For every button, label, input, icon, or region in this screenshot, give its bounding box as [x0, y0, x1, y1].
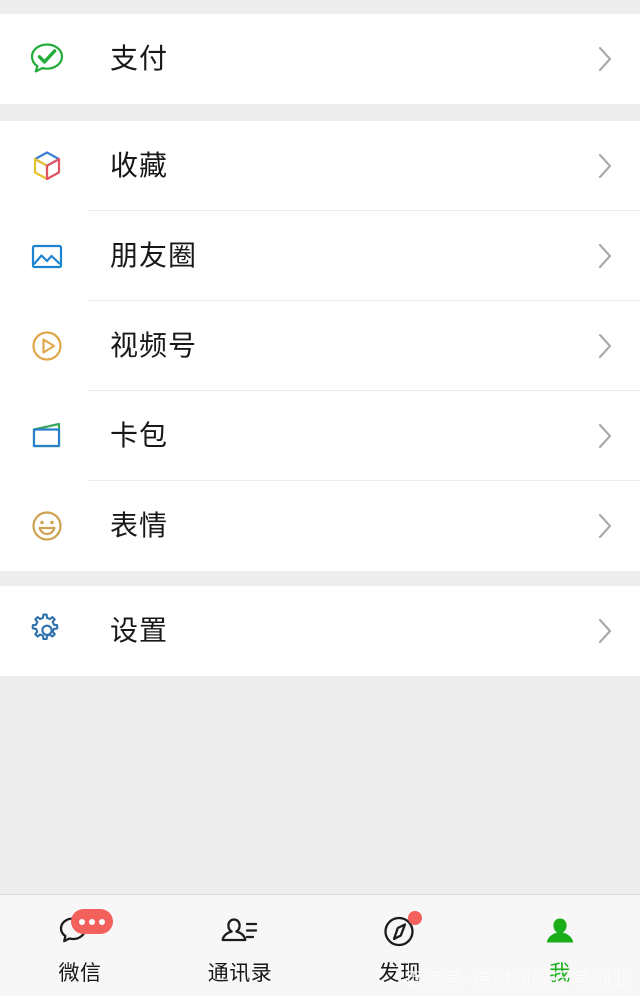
discover-dot-badge: [408, 911, 422, 925]
row-stickers[interactable]: 表情: [0, 481, 640, 571]
services-section: 收藏 朋友圈 视频号 卡包 表情: [0, 121, 640, 571]
chevron-right-icon: [595, 329, 615, 363]
tab-me[interactable]: 我: [480, 895, 640, 984]
chevron-right-icon: [595, 509, 615, 543]
cards-wallet-icon: [22, 411, 72, 461]
me-person-icon: [534, 907, 586, 957]
tab-contacts[interactable]: 通讯录: [160, 895, 320, 984]
section-spacer-1: [0, 104, 640, 121]
row-label-moments: 朋友圈: [110, 240, 198, 271]
settings-section: 设置: [0, 586, 640, 676]
row-settings[interactable]: 设置: [0, 586, 640, 676]
chat-bubble-icon: [54, 907, 113, 957]
channels-play-icon: [22, 321, 72, 371]
chevron-right-icon: [595, 419, 615, 453]
favorites-cube-icon: [22, 141, 72, 191]
row-label-stickers: 表情: [110, 510, 169, 541]
tab-label-contacts: 通讯录: [207, 962, 273, 985]
row-moments[interactable]: 朋友圈: [0, 211, 640, 301]
row-label-pay: 支付: [110, 43, 169, 74]
row-favorites[interactable]: 收藏: [0, 121, 640, 211]
tab-label-me: 我: [549, 962, 571, 985]
discover-compass-icon: [374, 907, 426, 957]
wechat-me-screen: 支付 收藏 朋友圈 视频号 卡包 表情 设置 微信 通讯录 发现 我 百家号·传…: [0, 0, 640, 996]
row-label-channels: 视频号: [110, 330, 198, 361]
chevron-right-icon: [595, 42, 615, 76]
chevron-right-icon: [595, 239, 615, 273]
tab-label-chats: 微信: [58, 962, 102, 985]
bottom-tab-bar: 微信 通讯录 发现 我: [0, 894, 640, 996]
pay-section: 支付: [0, 14, 640, 104]
chevron-right-icon: [595, 149, 615, 183]
row-label-settings: 设置: [110, 615, 169, 646]
moments-photo-icon: [22, 231, 72, 281]
row-channels[interactable]: 视频号: [0, 301, 640, 391]
section-spacer-2: [0, 571, 640, 586]
tab-discover[interactable]: 发现: [320, 895, 480, 984]
tab-label-discover: 发现: [378, 962, 422, 985]
stickers-smiley-icon: [22, 501, 72, 551]
chevron-right-icon: [595, 614, 615, 648]
top-spacer: [0, 0, 640, 14]
row-cards[interactable]: 卡包: [0, 391, 640, 481]
settings-scroll-area[interactable]: 支付 收藏 朋友圈 视频号 卡包 表情 设置: [0, 0, 640, 894]
row-pay[interactable]: 支付: [0, 14, 640, 104]
settings-gear-icon: [22, 606, 72, 656]
row-label-favorites: 收藏: [110, 150, 169, 181]
tab-chats[interactable]: 微信: [0, 895, 160, 984]
row-label-cards: 卡包: [110, 420, 169, 451]
pay-bubble-icon: [22, 34, 72, 84]
chats-unread-badge: [71, 909, 113, 934]
contacts-person-icon: [214, 907, 266, 957]
